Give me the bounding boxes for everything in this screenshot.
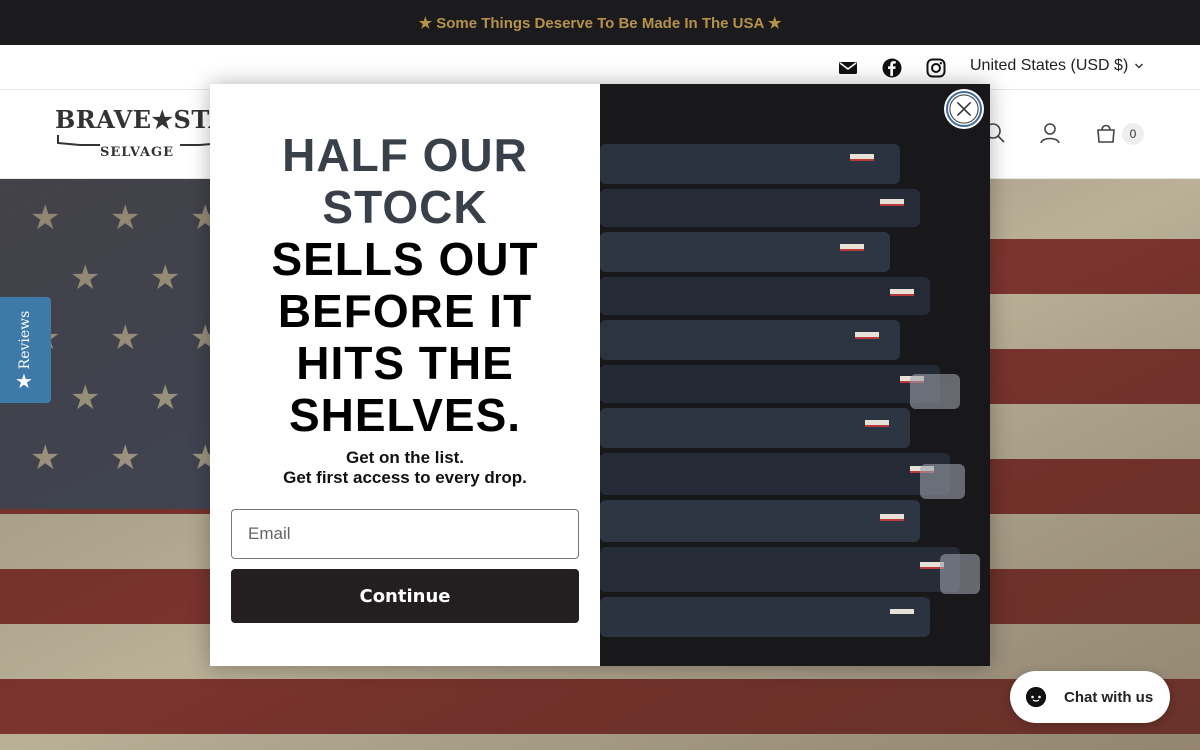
cart-count-badge: 0 — [1122, 123, 1144, 145]
signup-popup: HALF OUR STOCK SELLS OUT BEFORE IT HITS … — [210, 84, 990, 666]
chevron-down-icon — [1135, 63, 1144, 69]
continue-button[interactable]: Continue — [231, 569, 579, 623]
close-icon — [949, 94, 979, 124]
headline-line: HALF OUR — [282, 129, 528, 181]
headline-line: STOCK — [322, 181, 488, 233]
popup-headline: HALF OUR STOCK SELLS OUT BEFORE IT HITS … — [210, 129, 600, 441]
currency-label: United States (USD $) — [970, 57, 1129, 74]
star-icon: ★ — [15, 371, 33, 393]
headline-line: BEFORE IT — [277, 285, 533, 337]
announcement-bar: ★ Some Things Deserve To Be Made In The … — [0, 0, 1200, 45]
popup-content: HALF OUR STOCK SELLS OUT BEFORE IT HITS … — [210, 84, 600, 666]
email-field[interactable] — [231, 509, 579, 559]
instagram-icon[interactable] — [925, 57, 947, 79]
popup-jeans-image — [600, 84, 990, 666]
announcement-text: ★ Some Things Deserve To Be Made In The … — [418, 14, 782, 32]
chat-bubble-icon — [1026, 687, 1046, 707]
close-popup-button[interactable] — [946, 91, 982, 127]
popup-subtext: Get on the list. Get first access to eve… — [210, 448, 600, 488]
subtext-line: Get first access to every drop. — [283, 468, 527, 487]
currency-selector[interactable]: United States (USD $) — [970, 57, 1144, 75]
headline-line: HITS THE — [296, 337, 514, 389]
brand-logo[interactable]: BRAVE★STAR SELVAGE — [55, 105, 247, 161]
subtext-line: Get on the list. — [345, 448, 465, 467]
headline-line: SELLS OUT — [271, 233, 539, 285]
cart-icon[interactable] — [1095, 122, 1119, 146]
mail-icon[interactable] — [837, 57, 859, 79]
logo-bottom-text: SELVAGE — [100, 145, 175, 160]
facebook-icon[interactable] — [881, 57, 903, 79]
chat-button[interactable]: Chat with us — [1010, 671, 1170, 723]
chat-label: Chat with us — [1064, 688, 1154, 706]
reviews-label: Reviews — [17, 310, 33, 370]
reviews-side-tab[interactable]: Reviews ★ — [0, 297, 51, 403]
headline-line: SHELVES. — [288, 389, 522, 441]
account-icon[interactable] — [1039, 122, 1063, 146]
